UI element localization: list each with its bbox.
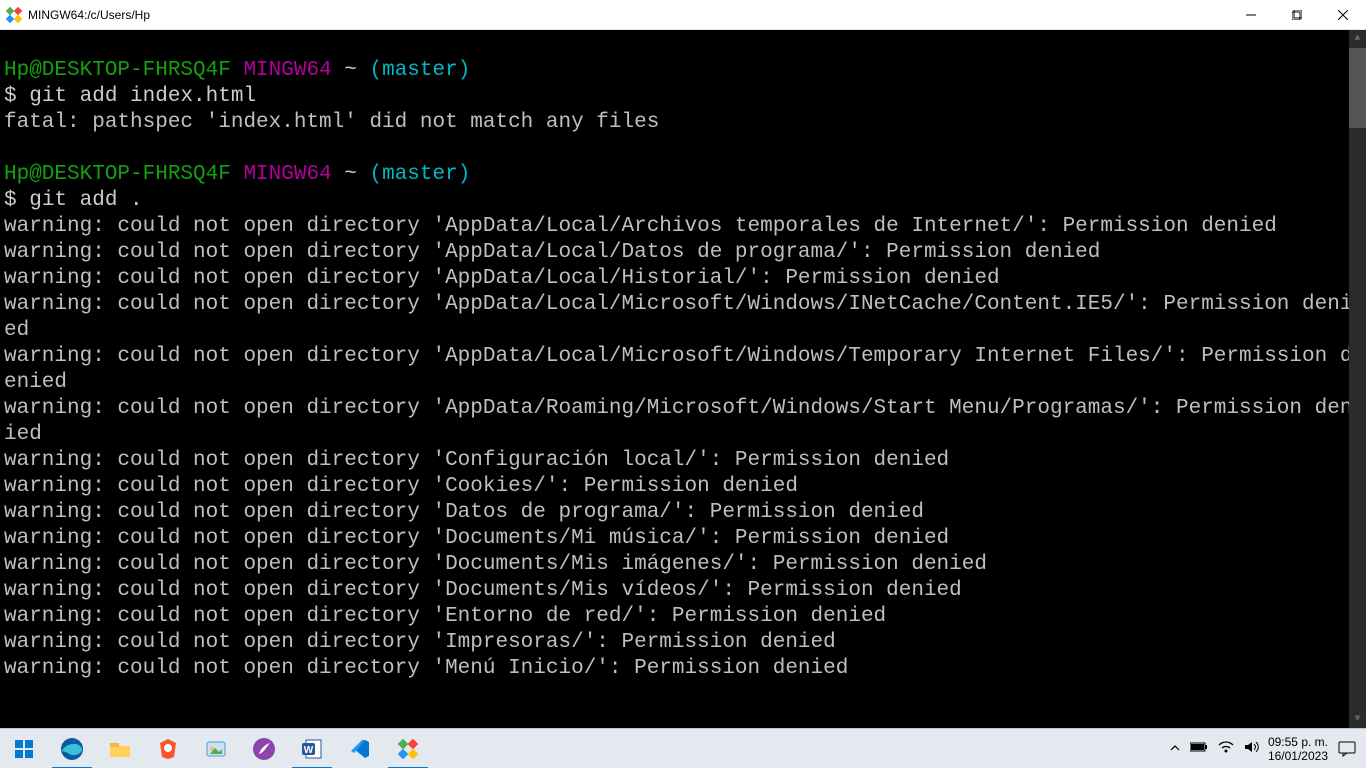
output-line: warning: could not open directory 'AppDa… xyxy=(4,293,1352,342)
scrollbar-thumb[interactable] xyxy=(1349,48,1366,128)
taskbar-app-word[interactable]: W xyxy=(288,729,336,768)
command-text: git add . xyxy=(29,189,142,212)
edge-icon xyxy=(59,736,85,762)
feather-icon xyxy=(251,736,277,762)
output-line: warning: could not open directory 'Docum… xyxy=(4,553,987,576)
window-titlebar: MINGW64:/c/Users/Hp xyxy=(0,0,1366,30)
output-line: warning: could not open directory 'Menú … xyxy=(4,657,848,680)
prompt-branch: (master) xyxy=(370,59,471,82)
paint-icon xyxy=(203,736,229,762)
minimize-button[interactable] xyxy=(1228,0,1274,30)
taskbar-app-file-explorer[interactable] xyxy=(96,729,144,768)
taskbar-app-paint[interactable] xyxy=(192,729,240,768)
taskbar-pinned-apps: W xyxy=(0,729,432,768)
taskbar-app-vscode[interactable] xyxy=(336,729,384,768)
output-line: warning: could not open directory 'Docum… xyxy=(4,527,949,550)
tray-icons xyxy=(1170,740,1260,757)
output-line: warning: could not open directory 'AppDa… xyxy=(4,345,1352,394)
terminal-viewport[interactable]: Hp@DESKTOP-FHRSQ4F MINGW64 ~ (master) $ … xyxy=(0,30,1366,728)
output-line: warning: could not open directory 'Datos… xyxy=(4,501,924,524)
output-line: warning: could not open directory 'Impre… xyxy=(4,631,836,654)
output-line: warning: could not open directory 'Cooki… xyxy=(4,475,798,498)
prompt-symbol: $ xyxy=(4,189,17,212)
output-line: warning: could not open directory 'Entor… xyxy=(4,605,886,628)
taskbar-app-lightshot[interactable] xyxy=(240,729,288,768)
maximize-button[interactable] xyxy=(1274,0,1320,30)
output-line: warning: could not open directory 'AppDa… xyxy=(4,397,1352,446)
git-bash-icon xyxy=(6,7,22,23)
scrollbar-up-arrow-icon[interactable]: ▲ xyxy=(1349,30,1366,47)
window-controls xyxy=(1228,0,1366,30)
svg-text:W: W xyxy=(304,745,314,756)
prompt-user-host: Hp@DESKTOP-FHRSQ4F xyxy=(4,59,231,82)
prompt-path: ~ xyxy=(344,59,357,82)
brave-icon xyxy=(155,736,181,762)
system-clock[interactable]: 09:55 p. m. 16/01/2023 xyxy=(1268,735,1328,763)
windows-taskbar: W 09:55 p. m. 16/01/2023 xyxy=(0,728,1366,768)
wifi-icon[interactable] xyxy=(1218,741,1234,756)
taskbar-app-brave[interactable] xyxy=(144,729,192,768)
vscode-icon xyxy=(347,736,373,762)
titlebar-left: MINGW64:/c/Users/Hp xyxy=(0,7,150,23)
window-title: MINGW64:/c/Users/Hp xyxy=(28,8,150,22)
output-line: warning: could not open directory 'Docum… xyxy=(4,579,962,602)
output-line: warning: could not open directory 'AppDa… xyxy=(4,267,1000,290)
clock-date: 16/01/2023 xyxy=(1268,749,1328,763)
prompt-branch: (master) xyxy=(370,163,471,186)
system-tray: 09:55 p. m. 16/01/2023 xyxy=(1170,735,1366,763)
start-button[interactable] xyxy=(0,729,48,768)
notifications-button[interactable] xyxy=(1336,738,1358,760)
volume-icon[interactable] xyxy=(1244,740,1260,757)
output-line: warning: could not open directory 'Confi… xyxy=(4,449,949,472)
prompt-shell: MINGW64 xyxy=(243,163,331,186)
output-line: warning: could not open directory 'AppDa… xyxy=(4,241,1100,264)
taskbar-app-git-bash[interactable] xyxy=(384,729,432,768)
prompt-path: ~ xyxy=(344,163,357,186)
close-button[interactable] xyxy=(1320,0,1366,30)
scrollbar-down-arrow-icon[interactable]: ▼ xyxy=(1349,711,1366,728)
command-text: git add index.html xyxy=(29,85,256,108)
prompt-shell: MINGW64 xyxy=(243,59,331,82)
taskbar-app-edge[interactable] xyxy=(48,729,96,768)
word-icon: W xyxy=(299,736,325,762)
prompt-user-host: Hp@DESKTOP-FHRSQ4F xyxy=(4,163,231,186)
folder-icon xyxy=(107,736,133,762)
battery-icon[interactable] xyxy=(1190,741,1208,756)
terminal-scrollbar[interactable]: ▲ ▼ xyxy=(1349,30,1366,728)
clock-time: 09:55 p. m. xyxy=(1268,735,1328,749)
tray-overflow-icon[interactable] xyxy=(1170,742,1180,756)
prompt-symbol: $ xyxy=(4,85,17,108)
git-bash-taskbar-icon xyxy=(395,736,421,762)
output-line: warning: could not open directory 'AppDa… xyxy=(4,215,1277,238)
output-line: fatal: pathspec 'index.html' did not mat… xyxy=(4,111,659,134)
